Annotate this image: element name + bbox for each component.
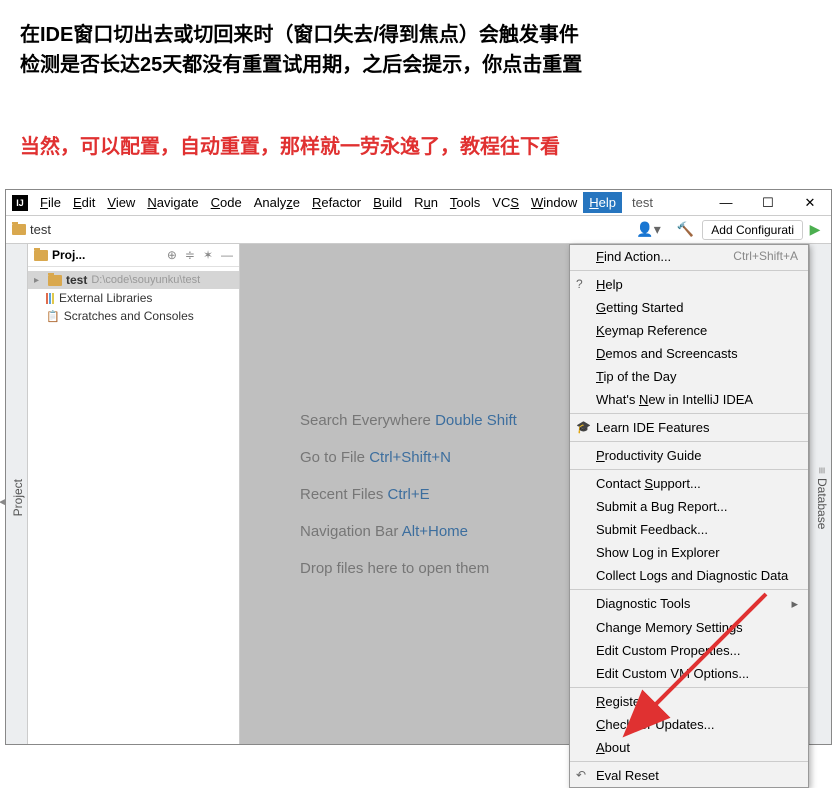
undo-icon: ↶ (576, 768, 586, 782)
project-tool-label: Project (11, 479, 25, 516)
database-tool-tab[interactable]: ≡ Database (813, 461, 831, 535)
menu-keymap-reference[interactable]: Keymap Reference (570, 319, 808, 342)
hint-nav-bar: Navigation Bar Alt+Home (300, 523, 468, 540)
folder-icon (48, 275, 62, 286)
tree-scratches[interactable]: 📋 Scratches and Consoles (28, 307, 239, 325)
right-gutter: ≡ Database (809, 244, 831, 744)
close-button[interactable]: ✕ (789, 190, 831, 216)
menu-contact-support[interactable]: Contact Support... (570, 472, 808, 495)
menu-about[interactable]: About (570, 736, 808, 759)
toolbar: test 👤▾ 🔨 Add Configurati ▶ (6, 216, 831, 244)
project-tool-tab[interactable]: Project (9, 473, 27, 522)
maximize-button[interactable]: ☐ (747, 190, 789, 216)
menu-view[interactable]: View (101, 192, 141, 213)
tree-label: External Libraries (59, 291, 152, 305)
breadcrumb[interactable]: test (30, 222, 51, 237)
menu-code[interactable]: Code (205, 192, 248, 213)
hint-recent-files: Recent Files Ctrl+E (300, 486, 430, 503)
menu-register[interactable]: Register... (570, 690, 808, 713)
build-icon[interactable]: 🔨 (677, 221, 694, 238)
menu-whats-new[interactable]: What's New in IntelliJ IDEA (570, 388, 808, 411)
database-icon: ≡ (815, 467, 829, 474)
panel-title: Proj... (52, 248, 167, 262)
expand-icon[interactable]: ≑ (185, 248, 195, 262)
menu-help-item[interactable]: ?Help (570, 273, 808, 296)
tree-label: Scratches and Consoles (64, 309, 194, 323)
menu-navigate[interactable]: Navigate (141, 192, 204, 213)
minimize-button[interactable]: — (705, 190, 747, 216)
question-icon: ? (576, 277, 583, 291)
app-icon: IJ (12, 195, 28, 211)
menu-custom-properties[interactable]: Edit Custom Properties... (570, 639, 808, 662)
user-icon[interactable]: 👤▾ (636, 221, 660, 238)
hint-goto-file: Go to File Ctrl+Shift+N (300, 449, 451, 466)
window-title: test (622, 195, 705, 210)
hide-panel-icon[interactable]: — (221, 248, 233, 262)
menu-tools[interactable]: Tools (444, 192, 486, 213)
menu-submit-bug[interactable]: Submit a Bug Report... (570, 495, 808, 518)
tree-external-libraries[interactable]: External Libraries (28, 289, 239, 307)
menu-custom-vm[interactable]: Edit Custom VM Options... (570, 662, 808, 685)
run-gutter-icon[interactable]: ▶ (810, 221, 821, 238)
chevron-right-icon: ▸ (34, 275, 44, 286)
article-line-1: 在IDE窗口切出去或切回来时（窗口失去/得到焦点）会触发事件 (20, 20, 817, 50)
chevron-right-icon: ▸ (791, 596, 798, 612)
hint-drop-files: Drop files here to open them (300, 560, 489, 577)
folder-icon (12, 224, 26, 235)
libraries-icon (46, 293, 55, 304)
menubar: File Edit View Navigate Code Analyze Ref… (34, 192, 622, 213)
menu-eval-reset[interactable]: ↶Eval Reset (570, 764, 808, 787)
menu-analyze[interactable]: Analyze (248, 192, 306, 213)
menu-help[interactable]: Help (583, 192, 622, 213)
menu-find-action[interactable]: FFind Action...ind Action...Ctrl+Shift+A (570, 245, 808, 268)
ide-window: IJ File Edit View Navigate Code Analyze … (5, 189, 832, 745)
menu-demos[interactable]: Demos and Screencasts (570, 342, 808, 365)
menu-run[interactable]: Run (408, 192, 444, 213)
scratches-icon: 📋 (46, 310, 60, 323)
tree-project-root[interactable]: ▸ test D:\code\souyunku\test (28, 271, 239, 289)
article-line-3: 当然，可以配置，自动重置，那样就一劳永逸了，教程往下看 (20, 130, 817, 159)
menu-file[interactable]: File (34, 192, 67, 213)
tree-root-path: D:\code\souyunku\test (91, 274, 200, 286)
menu-productivity-guide[interactable]: Productivity Guide (570, 444, 808, 467)
menu-submit-feedback[interactable]: Submit Feedback... (570, 518, 808, 541)
menu-memory-settings[interactable]: Change Memory Settings (570, 616, 808, 639)
left-gutter: Project ▸ (6, 244, 28, 744)
menu-vcs[interactable]: VCS (486, 192, 525, 213)
help-dropdown-menu: FFind Action...ind Action...Ctrl+Shift+A… (569, 244, 809, 788)
database-tool-label: Database (815, 478, 829, 529)
menu-refactor[interactable]: Refactor (306, 192, 367, 213)
add-configuration-button[interactable]: Add Configurati (702, 220, 803, 240)
titlebar: IJ File Edit View Navigate Code Analyze … (6, 190, 831, 216)
menu-edit[interactable]: Edit (67, 192, 101, 213)
graduation-icon: 🎓 (576, 420, 591, 434)
article-line-2: 检测是否长达25天都没有重置试用期，之后会提示，你点击重置 (20, 50, 817, 80)
menu-learn-ide[interactable]: 🎓Learn IDE Features (570, 416, 808, 439)
menu-collect-logs[interactable]: Collect Logs and Diagnostic Data (570, 564, 808, 587)
menu-diagnostic-tools[interactable]: Diagnostic Tools▸ (570, 592, 808, 616)
menu-tip-of-day[interactable]: Tip of the Day (570, 365, 808, 388)
tree-root-label: test (66, 273, 87, 287)
project-panel: Proj... ⊕ ≑ ✶ — ▸ test D:\code\souyunku\… (28, 244, 240, 744)
folder-icon (34, 250, 48, 261)
menu-build[interactable]: Build (367, 192, 408, 213)
menu-show-log[interactable]: Show Log in Explorer (570, 541, 808, 564)
menu-getting-started[interactable]: Getting Started (570, 296, 808, 319)
collapse-icon[interactable]: ✶ (203, 248, 213, 262)
menu-window[interactable]: Window (525, 192, 583, 213)
structure-tool-icon[interactable]: ▸ (0, 496, 9, 510)
select-opened-icon[interactable]: ⊕ (167, 248, 177, 262)
menu-check-updates[interactable]: Check for Updates... (570, 713, 808, 736)
hint-search-everywhere: Search Everywhere Double Shift (300, 412, 517, 429)
